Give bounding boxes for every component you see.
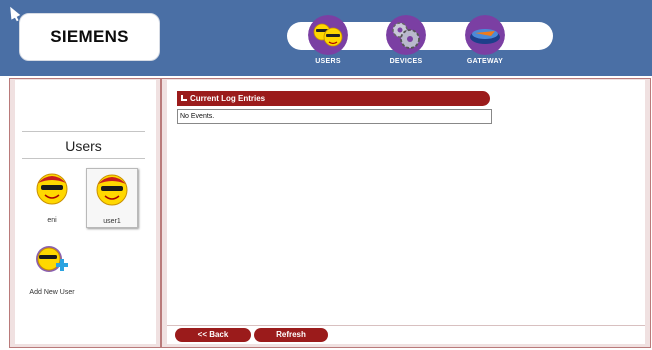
nav-users[interactable]: USERS: [298, 15, 358, 65]
nav-users-label: USERS: [315, 58, 341, 65]
users-icon: [308, 15, 348, 55]
devices-icon: [386, 15, 426, 55]
mouse-cursor-icon: [5, 4, 21, 20]
log-title: Current Log Entries: [190, 94, 266, 103]
logo-text: SIEMENS: [50, 27, 129, 46]
log-entry-text: No Events.: [180, 113, 215, 120]
chart-icon: [181, 95, 187, 101]
add-user-icon: [36, 246, 68, 272]
user-tile-eni[interactable]: eni: [26, 168, 78, 228]
log-entries-box: No Events.: [177, 109, 492, 124]
user-face-icon: [36, 173, 68, 205]
nav-devices-label: DEVICES: [389, 58, 423, 65]
back-button[interactable]: << Back: [175, 328, 251, 342]
siemens-logo: SIEMENS: [19, 13, 160, 61]
user-label-eni: eni: [47, 217, 57, 224]
gateway-icon: [465, 15, 505, 55]
add-new-user-button[interactable]: Add New User: [22, 240, 82, 310]
add-user-label: Add New User: [29, 289, 75, 296]
users-heading: Users: [22, 131, 145, 159]
user-label-user1: user1: [103, 218, 121, 225]
nav-gateway[interactable]: GATEWAY: [455, 15, 515, 65]
user-tile-user1[interactable]: user1: [86, 168, 138, 228]
nav-devices[interactable]: DEVICES: [376, 15, 436, 65]
top-header: SIEMENS USERS DEVICES GATEWAY: [0, 0, 652, 76]
footer-divider: [167, 325, 645, 326]
refresh-button[interactable]: Refresh: [254, 328, 328, 342]
nav-gateway-label: GATEWAY: [466, 58, 504, 65]
user-face-icon: [96, 174, 128, 206]
log-section-header: Current Log Entries: [177, 91, 490, 106]
